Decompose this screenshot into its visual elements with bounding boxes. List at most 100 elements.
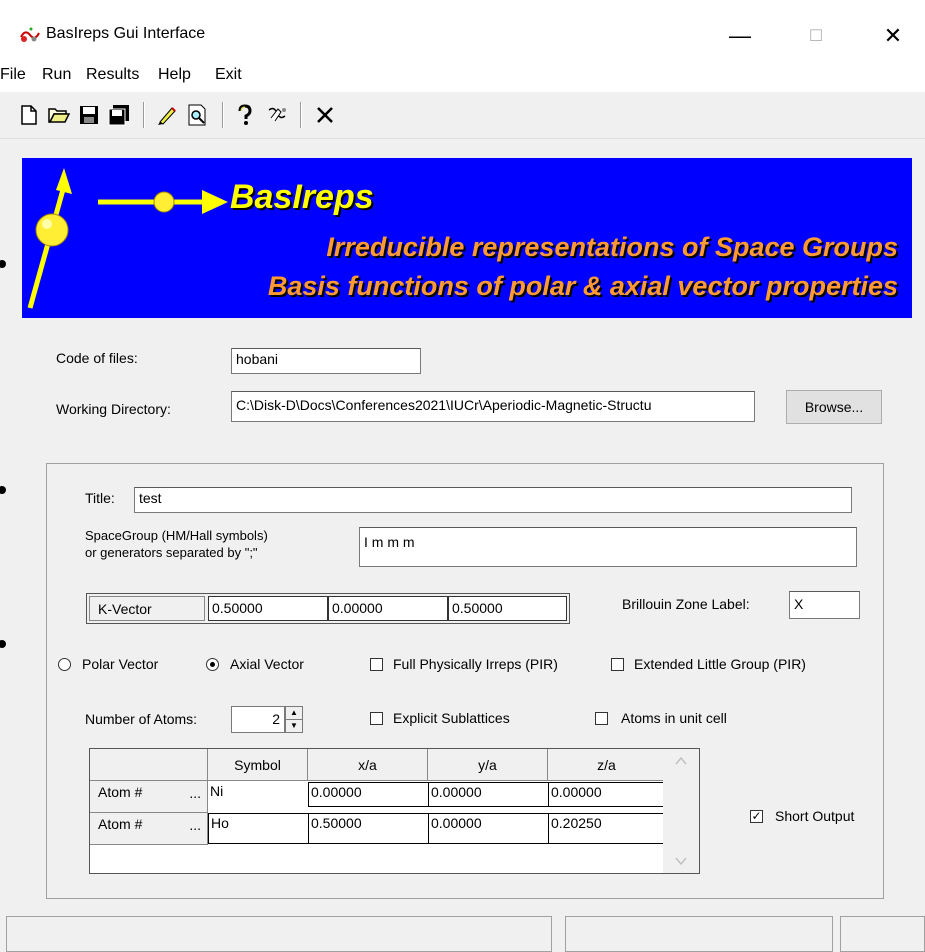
working-directory-input[interactable]: C:\Disk-D\Docs\Conferences2021\IUCr\Aper… (231, 391, 755, 422)
preview-icon (188, 104, 206, 126)
status-bar (0, 914, 925, 952)
menu-run[interactable]: Run (42, 66, 71, 84)
close-icon: ✕ (883, 23, 903, 48)
status-panel (6, 916, 552, 952)
save-all-icon (108, 105, 129, 126)
row-edit-button[interactable]: ... (189, 785, 201, 801)
k-vector-label: K-Vector (89, 596, 205, 621)
help-icon (238, 104, 252, 125)
atom-z-cell[interactable]: 0.00000 (548, 782, 666, 807)
banner: BasIreps Irreducible representations of … (22, 158, 912, 318)
row-label: Atom # (98, 784, 143, 800)
menu-help[interactable]: Help (158, 66, 191, 84)
atom-symbol-cell[interactable]: Ni (208, 782, 308, 806)
toolbar-separator (222, 102, 224, 128)
atom-x-cell[interactable]: 0.50000 (308, 813, 429, 844)
preview-button[interactable] (182, 100, 212, 130)
logo-icon (27, 168, 228, 309)
brillouin-zone-input[interactable]: X (789, 591, 860, 619)
atom-symbol-cell[interactable]: Ho (208, 813, 309, 844)
full-pir-checkbox[interactable] (370, 658, 383, 671)
maximize-button[interactable]: ☐ (786, 14, 846, 58)
atoms-in-unit-cell-checkbox[interactable] (595, 712, 608, 725)
code-of-files-label: Code of files: (56, 350, 138, 366)
table-vertical-scrollbar[interactable] (663, 749, 699, 873)
browse-button[interactable]: Browse... (786, 390, 882, 424)
menu-bar: File Run Results Help Exit (0, 64, 925, 92)
edge-dot (0, 640, 6, 648)
minimize-icon: — (729, 23, 751, 48)
extended-little-group-checkbox[interactable] (611, 658, 624, 671)
save-all-button[interactable] (104, 100, 134, 130)
help-button[interactable] (230, 100, 260, 130)
edge-dot (0, 260, 6, 268)
number-of-atoms-label: Number of Atoms: (85, 711, 198, 727)
extended-little-group-label: Extended Little Group (PIR) (634, 656, 806, 672)
edit-button[interactable] (152, 100, 182, 130)
status-panel (565, 916, 833, 952)
k-vector-x-input[interactable]: 0.50000 (208, 596, 328, 621)
spin-up-icon[interactable]: ▲ (286, 707, 302, 719)
new-file-icon (21, 105, 37, 125)
column-header-symbol: Symbol (208, 749, 308, 781)
explicit-sublattices-checkbox[interactable] (370, 712, 383, 725)
close-window-button[interactable]: ✕ (863, 14, 923, 58)
explicit-sublattices-label: Explicit Sublattices (393, 710, 510, 726)
toolbar-separator (300, 102, 302, 128)
about-button[interactable] (262, 100, 292, 130)
polar-vector-label: Polar Vector (82, 656, 159, 672)
menu-file[interactable]: File (0, 66, 26, 84)
scroll-down-icon[interactable] (663, 851, 699, 871)
brillouin-zone-label: Brillouin Zone Label: (622, 596, 750, 612)
k-vector-box: K-Vector 0.50000 0.00000 0.50000 (86, 593, 570, 624)
edge-dot (0, 486, 6, 494)
menu-results[interactable]: Results (86, 66, 139, 84)
minimize-button[interactable]: — (710, 14, 770, 58)
working-directory-label: Working Directory: (56, 401, 171, 417)
new-file-button[interactable] (14, 100, 44, 130)
number-of-atoms-input[interactable]: 2 (231, 706, 285, 733)
row-edit-button[interactable]: ... (189, 817, 201, 833)
axial-vector-label: Axial Vector (230, 656, 304, 672)
banner-subtitle-1: Irreducible representations of Space Gro… (326, 232, 898, 262)
spinner-buttons: ▲ ▼ (285, 706, 303, 733)
short-output-label: Short Output (775, 808, 855, 824)
about-icon (268, 107, 286, 122)
number-of-atoms-spinner[interactable]: 2 ▲ ▼ (231, 706, 303, 733)
open-folder-icon (48, 108, 70, 123)
title-label: Title: (85, 490, 115, 506)
spacegroup-label-line2: or generators separated by ";" (85, 545, 258, 560)
banner-subtitle-2: Basis functions of polar & axial vector … (267, 271, 898, 301)
code-of-files-input[interactable]: hobani (231, 348, 421, 374)
k-vector-y-input[interactable]: 0.00000 (328, 596, 448, 621)
close-file-button[interactable] (310, 100, 340, 130)
atom-y-cell[interactable]: 0.00000 (428, 782, 549, 807)
atom-x-cell[interactable]: 0.00000 (308, 782, 429, 807)
status-panel (840, 916, 925, 952)
table-row-header: Atom # ... (90, 781, 208, 813)
title-bar: BasIreps Gui Interface — ☐ ✕ (0, 0, 925, 64)
column-header-y: y/a (428, 749, 548, 781)
close-icon (317, 107, 333, 123)
full-pir-label: Full Physically Irreps (PIR) (393, 656, 558, 672)
save-button[interactable] (74, 100, 104, 130)
title-input[interactable]: test (134, 487, 852, 513)
menu-exit[interactable]: Exit (215, 66, 242, 84)
scroll-up-icon[interactable] (663, 751, 699, 771)
atoms-table: Symbol x/a y/a z/a Atom # ... Ni 0.00000… (89, 748, 700, 874)
app-window: BasIreps Gui Interface — ☐ ✕ File Run Re… (0, 0, 925, 952)
table-corner (90, 749, 208, 781)
open-button[interactable] (44, 100, 74, 130)
axial-vector-radio[interactable] (206, 658, 219, 671)
atom-y-cell[interactable]: 0.00000 (428, 813, 549, 844)
short-output-checkbox[interactable]: ✓ (750, 810, 763, 823)
spin-down-icon[interactable]: ▼ (286, 719, 302, 732)
spacegroup-input[interactable]: I m m m (359, 527, 857, 567)
k-vector-z-input[interactable]: 0.50000 (448, 596, 567, 621)
edit-icon (158, 107, 176, 125)
toolbar (0, 92, 925, 139)
atom-z-cell[interactable]: 0.20250 (548, 813, 666, 844)
spacegroup-label-line1: SpaceGroup (HM/Hall symbols) (85, 528, 268, 543)
maximize-icon: ☐ (808, 28, 824, 45)
polar-vector-radio[interactable] (58, 658, 71, 671)
